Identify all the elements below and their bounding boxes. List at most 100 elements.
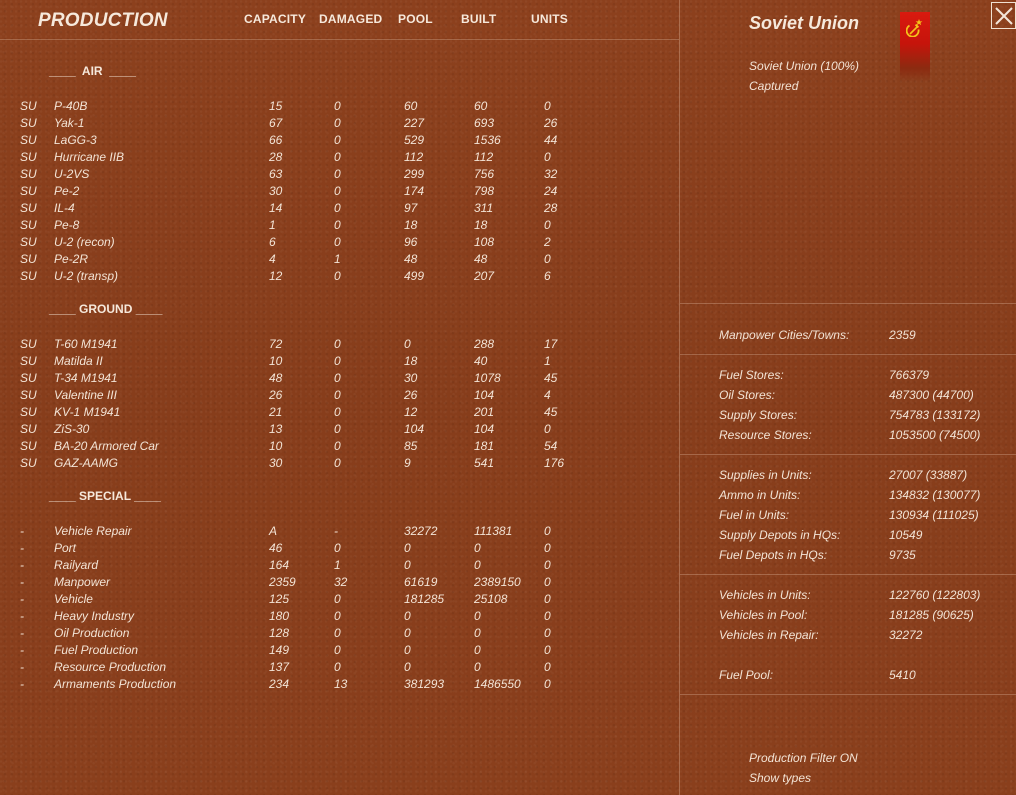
table-row[interactable]: - Port 46 0 0 0 0 bbox=[0, 540, 679, 557]
stat-label: Vehicles in Pool: bbox=[719, 608, 808, 622]
cell-capacity: 12 bbox=[269, 269, 283, 283]
column-header-pool[interactable]: POOL bbox=[398, 12, 433, 26]
cell-capacity: 30 bbox=[269, 456, 283, 470]
cell-units: 32 bbox=[544, 167, 558, 181]
table-row[interactable]: - Manpower 2359 32 61619 2389150 0 bbox=[0, 574, 679, 591]
cell-capacity: 21 bbox=[269, 405, 283, 419]
cell-pool: 18 bbox=[404, 218, 418, 232]
show-types-toggle[interactable]: Show types bbox=[749, 771, 811, 785]
cell-built: 112 bbox=[474, 150, 494, 164]
cell-name: GAZ-AAMG bbox=[54, 456, 119, 470]
table-row[interactable]: SU T-60 M1941 72 0 0 288 17 bbox=[0, 336, 679, 353]
divider bbox=[680, 574, 1016, 575]
column-header-built[interactable]: BUILT bbox=[461, 12, 496, 26]
cell-units: 44 bbox=[544, 133, 558, 147]
cell-damaged: 0 bbox=[334, 609, 341, 623]
cell-name: Yak-1 bbox=[54, 116, 85, 130]
table-row[interactable]: SU IL-4 14 0 97 311 28 bbox=[0, 200, 679, 217]
table-row[interactable]: - Vehicle Repair A - 32272 111381 0 bbox=[0, 523, 679, 540]
cell-capacity: 137 bbox=[269, 660, 290, 674]
cell-built: 18 bbox=[474, 218, 488, 232]
column-header-damaged[interactable]: DAMAGED bbox=[319, 12, 382, 26]
column-header-capacity[interactable]: CAPACITY bbox=[244, 12, 306, 26]
table-row[interactable]: SU ZiS-30 13 0 104 104 0 bbox=[0, 421, 679, 438]
table-row[interactable]: SU U-2VS 63 0 299 756 32 bbox=[0, 166, 679, 183]
close-button[interactable] bbox=[991, 2, 1016, 29]
table-row[interactable]: SU Pe-2R 4 1 48 48 0 bbox=[0, 251, 679, 268]
cell-capacity: 180 bbox=[269, 609, 290, 623]
cell-pool: 97 bbox=[404, 201, 418, 215]
cell-pool: 12 bbox=[404, 405, 418, 419]
cell-nat: - bbox=[20, 626, 24, 640]
table-row[interactable]: - Heavy Industry 180 0 0 0 0 bbox=[0, 608, 679, 625]
cell-units: 0 bbox=[544, 150, 551, 164]
cell-capacity: 66 bbox=[269, 133, 283, 147]
table-row[interactable]: SU P-40B 15 0 60 60 0 bbox=[0, 98, 679, 115]
cell-built: 1486550 bbox=[474, 677, 521, 691]
production-filter-toggle[interactable]: Production Filter ON bbox=[749, 751, 858, 765]
cell-built: 104 bbox=[474, 422, 495, 436]
cell-nat: - bbox=[20, 558, 24, 572]
cell-damaged: 0 bbox=[334, 592, 341, 606]
table-row[interactable]: SU U-2 (recon) 6 0 96 108 2 bbox=[0, 234, 679, 251]
table-row[interactable]: SU U-2 (transp) 12 0 499 207 6 bbox=[0, 268, 679, 285]
table-row[interactable]: SU T-34 M1941 48 0 30 1078 45 bbox=[0, 370, 679, 387]
cell-nat: SU bbox=[20, 133, 37, 147]
cell-damaged: 0 bbox=[334, 337, 341, 351]
cell-pool: 0 bbox=[404, 541, 411, 555]
cell-units: 0 bbox=[544, 609, 551, 623]
stat-value: 181285 (90625) bbox=[889, 608, 974, 622]
cell-built: 1536 bbox=[474, 133, 501, 147]
cell-damaged: 0 bbox=[334, 371, 341, 385]
cell-name: P-40B bbox=[54, 99, 88, 113]
table-row[interactable]: SU Matilda II 10 0 18 40 1 bbox=[0, 353, 679, 370]
stat-label: Fuel Stores: bbox=[719, 368, 784, 382]
cell-units: 45 bbox=[544, 371, 558, 385]
cell-damaged: 0 bbox=[334, 150, 341, 164]
cell-built: 48 bbox=[474, 252, 488, 266]
cell-built: 288 bbox=[474, 337, 495, 351]
cell-nat: - bbox=[20, 524, 24, 538]
cell-pool: 529 bbox=[404, 133, 425, 147]
cell-built: 1078 bbox=[474, 371, 501, 385]
table-row[interactable]: - Oil Production 128 0 0 0 0 bbox=[0, 625, 679, 642]
cell-name: Pe-2 bbox=[54, 184, 80, 198]
table-row[interactable]: SU KV-1 M1941 21 0 12 201 45 bbox=[0, 404, 679, 421]
table-row[interactable]: - Railyard 164 1 0 0 0 bbox=[0, 557, 679, 574]
table-row[interactable]: SU LaGG-3 66 0 529 1536 44 bbox=[0, 132, 679, 149]
cell-capacity: 149 bbox=[269, 643, 290, 657]
cell-capacity: 234 bbox=[269, 677, 290, 691]
cell-built: 541 bbox=[474, 456, 495, 470]
cell-units: 2 bbox=[544, 235, 551, 249]
table-row[interactable]: - Resource Production 137 0 0 0 0 bbox=[0, 659, 679, 676]
table-row[interactable]: SU Valentine III 26 0 26 104 4 bbox=[0, 387, 679, 404]
table-row[interactable]: SU Pe-2 30 0 174 798 24 bbox=[0, 183, 679, 200]
cell-name: U-2 (recon) bbox=[54, 235, 115, 249]
table-row[interactable]: SU Yak-1 67 0 227 693 26 bbox=[0, 115, 679, 132]
cell-nat: SU bbox=[20, 235, 37, 249]
table-row[interactable]: - Vehicle 125 0 181285 25108 0 bbox=[0, 591, 679, 608]
cell-units: 4 bbox=[544, 388, 551, 402]
cell-units: 0 bbox=[544, 677, 551, 691]
table-row[interactable]: - Fuel Production 149 0 0 0 0 bbox=[0, 642, 679, 659]
table-row[interactable]: SU BA-20 Armored Car 10 0 85 181 54 bbox=[0, 438, 679, 455]
table-row[interactable]: - Armaments Production 234 13 381293 1486550 0 bbox=[0, 676, 679, 693]
cell-name: Oil Production bbox=[54, 626, 130, 640]
cell-damaged: 0 bbox=[334, 133, 341, 147]
cell-name: Valentine III bbox=[54, 388, 117, 402]
cell-built: 40 bbox=[474, 354, 488, 368]
cell-nat: - bbox=[20, 592, 24, 606]
cell-pool: 174 bbox=[404, 184, 425, 198]
table-row[interactable]: SU Hurricane IIB 28 0 112 112 0 bbox=[0, 149, 679, 166]
stat-label: Supply Stores: bbox=[719, 408, 798, 422]
column-header-units[interactable]: UNITS bbox=[531, 12, 568, 26]
stat-value: 10549 bbox=[889, 528, 923, 542]
stat-label: Vehicles in Units: bbox=[719, 588, 811, 602]
cell-built: 111381 bbox=[474, 524, 513, 538]
cell-built: 108 bbox=[474, 235, 495, 249]
table-row[interactable]: SU GAZ-AAMG 30 0 9 541 176 bbox=[0, 455, 679, 472]
cell-units: 0 bbox=[544, 558, 551, 572]
table-row[interactable]: SU Pe-8 1 0 18 18 0 bbox=[0, 217, 679, 234]
section-title-air: ____ AIR ____ bbox=[49, 64, 136, 78]
cell-damaged: 0 bbox=[334, 184, 341, 198]
